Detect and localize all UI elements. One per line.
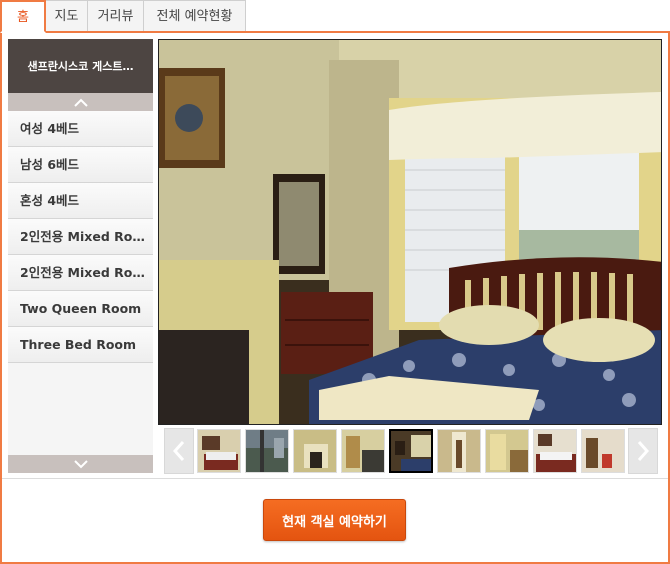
thumbnail-4[interactable]: [341, 429, 385, 473]
thumbnail-9[interactable]: [581, 429, 625, 473]
thumbnail-8[interactable]: [533, 429, 577, 473]
tab-map[interactable]: 지도: [46, 0, 88, 32]
room-item-2person-mixed-1[interactable]: 2인전용 Mixed Roo…: [8, 219, 153, 255]
thumbnail-5[interactable]: [389, 429, 433, 473]
chevron-up-icon: [73, 98, 88, 107]
sidebar-scroll-up-button[interactable]: [8, 93, 153, 111]
chevron-down-icon: [73, 459, 88, 468]
room-item-male-6bed[interactable]: 남성 6베드: [8, 147, 153, 183]
main-panel: 샌프란시스코 게스트… 여성 4베드 남성 6베드 혼성 4베드 2인전용 Mi…: [0, 31, 670, 564]
thumbnail-prev-button[interactable]: [164, 428, 194, 474]
chevron-right-icon: [637, 441, 649, 461]
room-item-female-4bed[interactable]: 여성 4베드: [8, 111, 153, 147]
thumbnail-3[interactable]: [293, 429, 337, 473]
room-sidebar: 샌프란시스코 게스트… 여성 4베드 남성 6베드 혼성 4베드 2인전용 Mi…: [8, 39, 153, 473]
divider: [2, 478, 668, 479]
sidebar-scroll-down-button[interactable]: [8, 455, 153, 473]
room-item-2person-mixed-2[interactable]: 2인전용 Mixed Roo…: [8, 255, 153, 291]
reserve-room-button[interactable]: 현재 객실 예약하기: [263, 499, 406, 541]
thumbnail-7[interactable]: [485, 429, 529, 473]
room-item-two-queen[interactable]: Two Queen Room: [8, 291, 153, 327]
tab-reservation-status[interactable]: 전체 예약현황: [144, 0, 246, 32]
room-item-three-bed[interactable]: Three Bed Room: [8, 327, 153, 363]
thumbnail-next-button[interactable]: [628, 428, 658, 474]
tab-bar: 홈 지도 거리뷰 전체 예약현황: [0, 0, 246, 33]
room-photo: [158, 39, 662, 425]
guesthouse-title: 샌프란시스코 게스트…: [8, 39, 153, 93]
chevron-left-icon: [173, 441, 185, 461]
tab-home[interactable]: 홈: [0, 0, 46, 33]
thumbnail-strip: [164, 428, 658, 474]
tab-street-view[interactable]: 거리뷰: [88, 0, 144, 32]
thumbnail-6[interactable]: [437, 429, 481, 473]
thumbnail-2[interactable]: [245, 429, 289, 473]
bedroom-image: [159, 40, 661, 424]
room-item-mixed-4bed[interactable]: 혼성 4베드: [8, 183, 153, 219]
thumbnail-1[interactable]: [197, 429, 241, 473]
